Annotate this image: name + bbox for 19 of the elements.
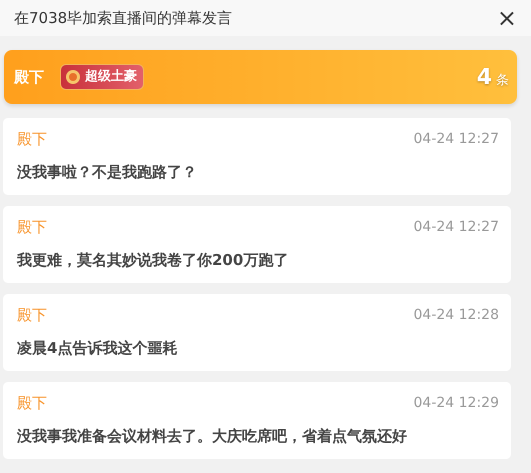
message-text: 没我事啦？不是我跑路了？: [17, 162, 198, 182]
message-text: 没我事我准备会议材料去了。大庆吃席吧，省着点气氛还好: [17, 426, 408, 446]
message-time: 04-24 12:28: [414, 306, 499, 325]
user-name: 殿下: [17, 305, 47, 326]
message-text: 凌晨4点告诉我这个噩耗: [17, 338, 178, 358]
count-unit: 条: [496, 72, 509, 90]
rank-badge: 超级土豪: [60, 64, 144, 90]
user-name: 殿下: [14, 66, 44, 88]
medal-icon: [65, 69, 81, 85]
message-count: 4: [476, 64, 492, 92]
close-button[interactable]: ×: [492, 6, 521, 30]
user-name: 殿下: [17, 393, 47, 414]
message-text: 我更难，莫名其妙说我卷了你200万跑了: [17, 250, 290, 270]
window-title: 在7038毕加索直播间的弹幕发言: [14, 8, 232, 29]
message-time: 04-24 12:27: [414, 130, 499, 149]
user-name: 殿下: [17, 129, 47, 150]
user-name: 殿下: [17, 217, 47, 238]
message-time: 04-24 12:27: [414, 218, 499, 237]
message-time: 04-24 12:29: [414, 394, 499, 413]
